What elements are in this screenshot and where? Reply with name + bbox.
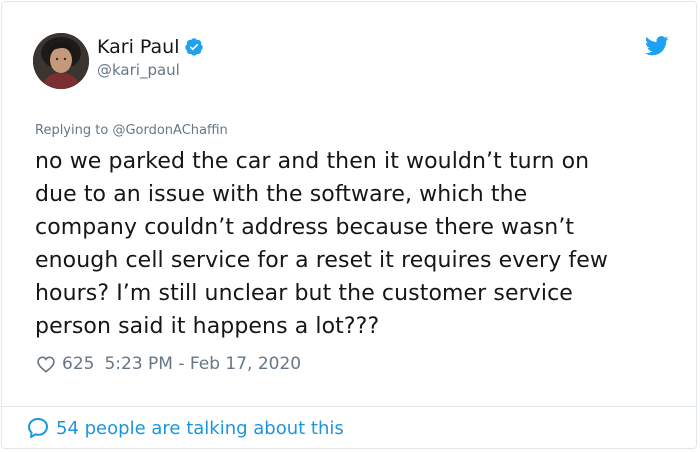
tweet-line: company couldn’t address because there w… — [35, 215, 575, 240]
author-name[interactable]: Kari Paul — [97, 35, 179, 59]
reply-mention-link[interactable]: @GordonAChaffin — [112, 123, 227, 138]
replying-to-prefix: Replying to — [35, 123, 109, 138]
tweet-line: due to an issue with the software, which… — [35, 182, 528, 207]
heart-icon[interactable] — [36, 354, 56, 374]
author-handle[interactable]: @kari_paul — [97, 60, 180, 80]
author-name-row: Kari Paul — [97, 35, 204, 59]
talking-about-link[interactable]: 54 people are talking about this — [26, 416, 344, 440]
tweet-line: enough cell service for a reset it requi… — [35, 248, 608, 273]
avatar-photo — [33, 33, 89, 89]
tweet-card: Kari Paul @kari_paul Replying to @Gordon… — [1, 1, 697, 449]
tweet-line: person said it happens a lot??? — [35, 314, 380, 339]
replying-to: Replying to @GordonAChaffin — [35, 122, 228, 140]
verified-badge-icon — [185, 38, 204, 56]
divider — [2, 406, 696, 407]
tweet-timestamp[interactable]: 5:23 PM - Feb 17, 2020 — [104, 354, 301, 374]
speech-bubble-icon — [28, 418, 48, 438]
talking-about-text: 54 people are talking about this — [56, 417, 344, 439]
like-count: 625 — [62, 354, 95, 374]
tweet-text: no we parked the car and then it wouldn’… — [35, 145, 675, 343]
avatar[interactable] — [33, 33, 89, 89]
twitter-bird-icon[interactable] — [645, 36, 669, 56]
tweet-line: no we parked the car and then it wouldn’… — [35, 149, 590, 174]
tweet-meta: 625 5:23 PM - Feb 17, 2020 — [36, 354, 301, 374]
tweet-line: hours? I’m still unclear but the custome… — [35, 281, 573, 306]
